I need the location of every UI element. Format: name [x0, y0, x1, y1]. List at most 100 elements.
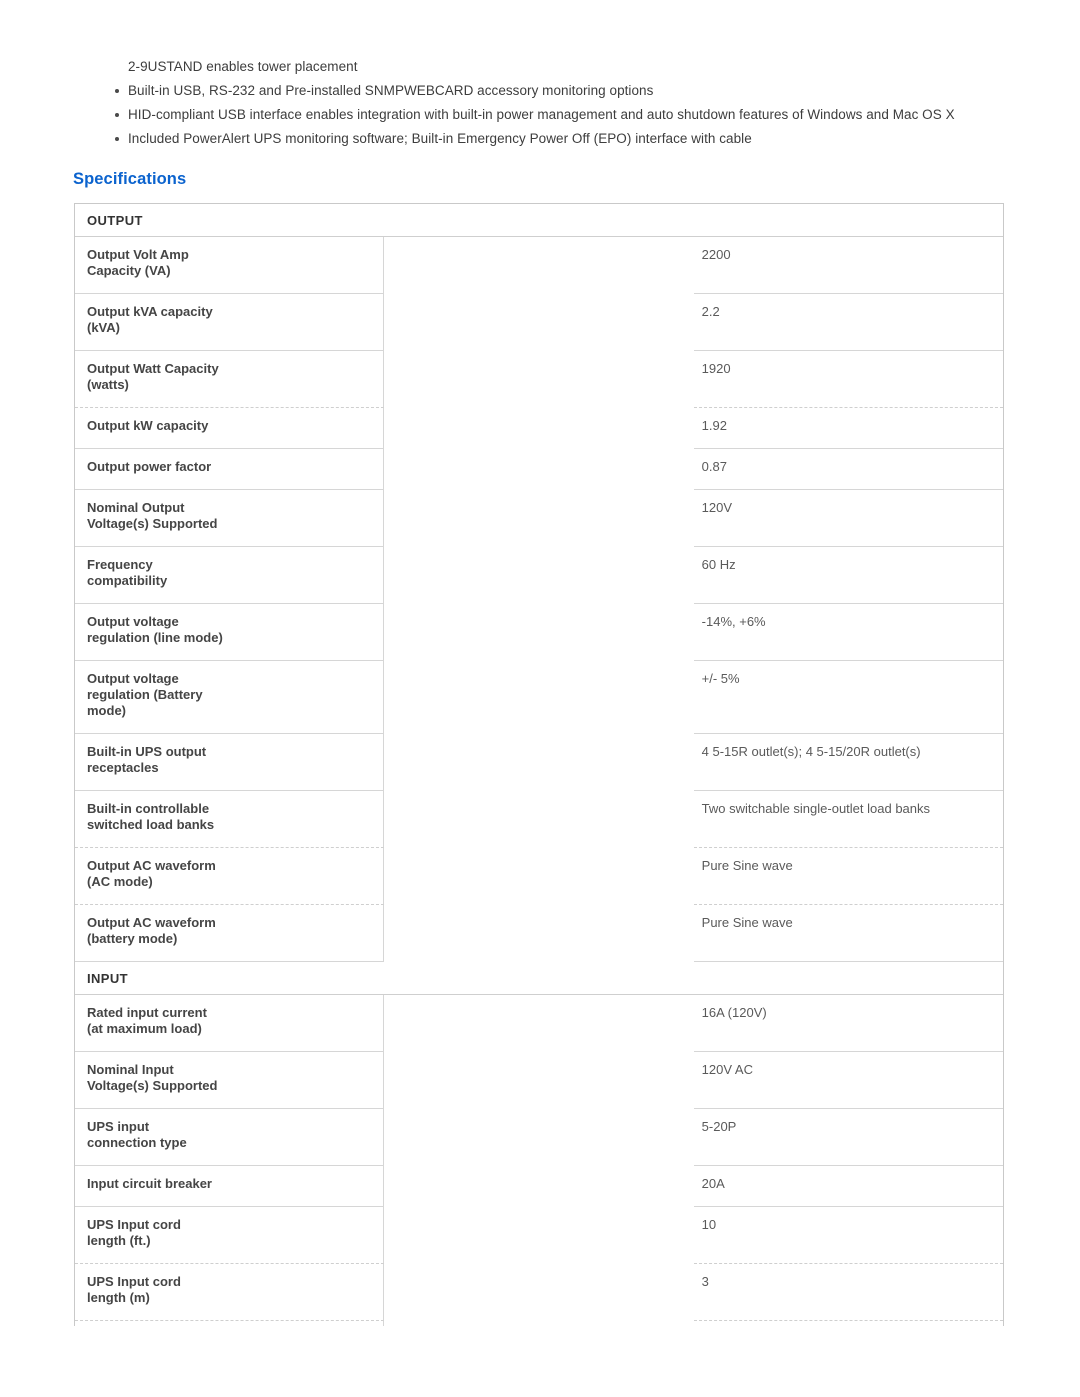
spec-column-gap	[384, 1207, 693, 1264]
spec-group-header-row: INPUT	[75, 962, 1003, 995]
spec-label-line: Input circuit breaker	[87, 1176, 212, 1191]
spec-column-gap	[384, 905, 693, 962]
spec-label: Nominal Output Voltage(s) Supported	[75, 490, 385, 547]
spec-label-line: (battery mode)	[87, 931, 178, 946]
spec-label-line: connection type	[87, 1135, 187, 1150]
spec-value: 120V AC	[693, 1052, 1003, 1109]
spec-column-gap	[384, 408, 693, 449]
spec-value: 20A 120V	[694, 1321, 1003, 1326]
spec-label-line: Frequency	[87, 557, 153, 572]
bullet-icon	[115, 113, 119, 117]
spec-row: RecommendedElectrical Service 20A 120V	[75, 1321, 1003, 1326]
spec-value: 120V	[693, 490, 1003, 547]
spec-label: Built-in UPS output receptacles	[75, 734, 385, 791]
spec-label-line: Output kW capacity	[87, 418, 209, 433]
spec-label-line: length (m)	[87, 1290, 150, 1305]
specifications-heading: Specifications	[73, 170, 187, 188]
spec-value: Pure Sine wave	[693, 848, 1003, 905]
spec-label-line: Capacity (VA)	[87, 263, 171, 278]
spec-label-line: length (ft.)	[87, 1233, 151, 1248]
spec-label-line: UPS Input cord	[87, 1274, 181, 1289]
spec-column-gap	[384, 1321, 693, 1326]
spec-column-gap	[384, 1264, 693, 1321]
spec-column-gap	[384, 848, 693, 905]
spec-row: Output kVA capacity (kVA) 2.2	[75, 294, 1003, 351]
spec-column-gap	[384, 449, 693, 490]
spec-label: Output power factor	[75, 449, 385, 490]
spec-column-gap	[384, 791, 693, 848]
spec-label: Output Volt Amp Capacity (VA)	[75, 237, 385, 294]
spec-row: Output AC waveform (AC mode) Pure Sine wav…	[75, 848, 1003, 905]
spec-row: Nominal Input Voltage(s) Supported 120V AC	[75, 1052, 1003, 1109]
spec-label: UPS input connection type	[75, 1109, 385, 1166]
spec-value: +/- 5%	[693, 661, 1003, 734]
spec-label-line: Voltage(s) Supported	[87, 516, 218, 531]
spec-row: Output AC waveform (battery mode) Pure Sin…	[75, 905, 1003, 962]
spec-column-gap	[384, 734, 693, 791]
spec-label: Output voltage regulation (line mode)	[75, 604, 385, 661]
feature-text: Included PowerAlert UPS monitoring softw…	[128, 131, 752, 146]
spec-row: Built-in controllable switched load banks…	[75, 791, 1003, 848]
spec-label-line: Output voltage	[87, 614, 179, 629]
spec-row: Output power factor 0.87	[75, 449, 1003, 490]
spec-label-line: Nominal Input	[87, 1062, 174, 1077]
spec-row: Rated input current (at maximum load) 16A …	[75, 995, 1003, 1052]
spec-column-gap	[384, 294, 693, 351]
spec-value: 2.2	[693, 294, 1003, 351]
spec-row: UPS input connection type 5-20P	[75, 1109, 1003, 1166]
spec-label: RecommendedElectrical Service	[75, 1321, 385, 1326]
spec-value: 1920	[693, 351, 1003, 408]
spec-value: Pure Sine wave	[693, 905, 1003, 962]
spec-label-line: mode)	[87, 703, 126, 718]
spec-row: Output voltage regulation (Battery mode) +/…	[75, 661, 1003, 734]
spec-column-gap	[384, 490, 693, 547]
spec-value: 5-20P	[693, 1109, 1003, 1166]
spec-column-gap	[384, 237, 693, 294]
spec-row: Frequency compatibility 60 Hz	[75, 547, 1003, 604]
spec-column-gap	[384, 604, 693, 661]
spec-label: Frequency compatibility	[75, 547, 385, 604]
spec-value: -14%, +6%	[693, 604, 1003, 661]
spec-label-line: (at maximum load)	[87, 1021, 202, 1036]
spec-row: UPS Input cord length (m) 3	[75, 1264, 1003, 1321]
spec-label-line: receptacles	[87, 760, 159, 775]
bullet-icon	[115, 89, 119, 93]
spec-column-gap	[384, 1166, 693, 1207]
spec-label-line: Output kVA capacity	[87, 304, 213, 319]
spec-column-gap	[384, 351, 693, 408]
spec-label: Input circuit breaker	[75, 1166, 385, 1207]
spec-label: UPS Input cord length (ft.)	[75, 1207, 385, 1264]
spec-label-line: regulation (line mode)	[87, 630, 223, 645]
spec-label-line: Output AC waveform	[87, 915, 216, 930]
spec-label: Nominal Input Voltage(s) Supported	[75, 1052, 385, 1109]
feature-list-item: Included PowerAlert UPS monitoring softw…	[110, 130, 1010, 147]
spec-group-header-row: OUTPUT	[75, 204, 1003, 237]
spec-value: 10	[693, 1207, 1003, 1264]
feature-text: Built-in USB, RS-232 and Pre-installed S…	[128, 83, 654, 98]
spec-column-gap	[384, 661, 693, 734]
document-page: 2-9USTAND enables tower placement Built-…	[0, 0, 1080, 1397]
spec-value: 60 Hz	[693, 547, 1003, 604]
spec-row: Output Volt Amp Capacity (VA) 2200	[75, 237, 1003, 294]
spec-label: Output Watt Capacity (watts)	[75, 351, 385, 408]
spec-label-line: Output voltage	[87, 671, 179, 686]
spec-label-line: switched load banks	[87, 817, 215, 832]
spec-label-line: compatibility	[87, 573, 168, 588]
spec-label-line: Output Watt Capacity	[87, 361, 219, 376]
spec-column-gap	[384, 1052, 693, 1109]
specifications-table: OUTPUT Output Volt Amp Capacity (VA) 2200 Ou…	[75, 204, 1003, 1326]
specifications-table-container: OUTPUT Output Volt Amp Capacity (VA) 2200 Ou…	[74, 203, 1004, 1326]
spec-label: Built-in controllable switched load banks	[75, 791, 385, 848]
spec-column-gap	[384, 1109, 693, 1166]
spec-label-line: Output power factor	[87, 459, 212, 474]
spec-value: Two switchable single-outlet load banks	[693, 791, 1003, 848]
spec-column-gap	[384, 547, 693, 604]
spec-label: Output AC waveform (battery mode)	[75, 905, 385, 962]
spec-row: Built-in UPS output receptacles 4 5-15R ou…	[75, 734, 1003, 791]
spec-label-line: UPS input	[87, 1119, 150, 1134]
spec-label-line: Output Volt Amp	[87, 247, 189, 262]
spec-label: UPS Input cord length (m)	[75, 1264, 385, 1321]
spec-label: Output AC waveform (AC mode)	[75, 848, 385, 905]
spec-label-line: (AC mode)	[87, 874, 153, 889]
spec-row: Input circuit breaker 20A	[75, 1166, 1003, 1207]
